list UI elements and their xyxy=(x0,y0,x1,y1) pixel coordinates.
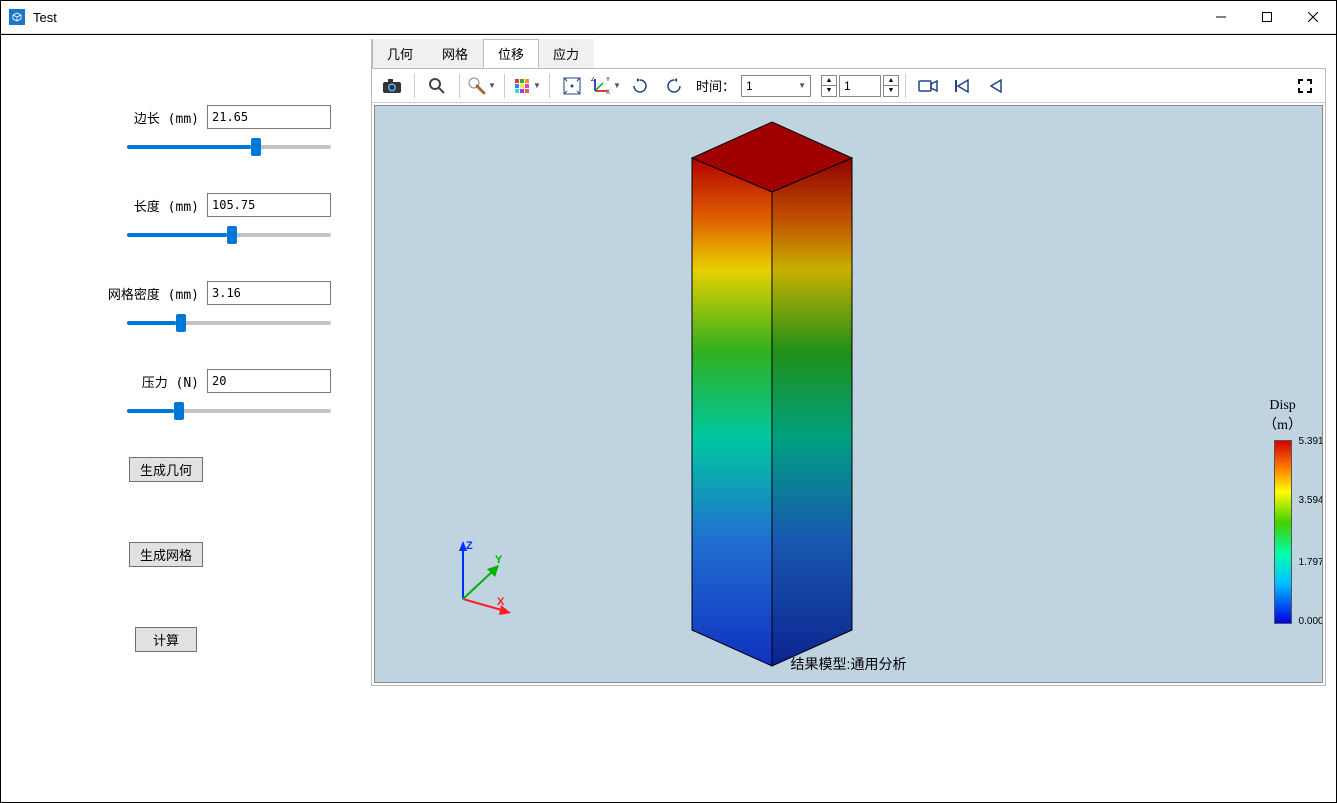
fit-view-icon[interactable] xyxy=(556,72,588,100)
tab-geometry[interactable]: 几何 xyxy=(372,39,428,68)
legend-unit: （m） xyxy=(1263,414,1302,434)
close-button[interactable] xyxy=(1290,1,1336,34)
time-label: 时间： xyxy=(696,76,735,95)
svg-text:X: X xyxy=(497,596,505,608)
color-legend: Disp （m） 5.391e-06 3.594e-06 1.797e-06 0… xyxy=(1263,398,1302,624)
edge-length-slider[interactable] xyxy=(127,137,331,157)
viewer-caption: 结果模型:通用分析 xyxy=(791,654,907,674)
zoom-icon[interactable] xyxy=(421,72,453,100)
frame-number-input[interactable]: 1 xyxy=(839,75,881,97)
param-edge-length: 边长 (mm) xyxy=(1,105,331,157)
legend-tick: 0.000e+00 xyxy=(1299,617,1323,627)
legend-color-bar: 5.391e-06 3.594e-06 1.797e-06 0.000e+00 xyxy=(1274,440,1292,624)
rotate-cw-icon[interactable] xyxy=(658,72,690,100)
edge-length-input[interactable] xyxy=(207,105,331,129)
viewer-panel: ▼ ▼ YZX ▼ xyxy=(371,68,1326,686)
window-title: Test xyxy=(33,10,57,25)
legend-title: Disp xyxy=(1263,398,1302,414)
video-camera-icon[interactable] xyxy=(912,72,944,100)
param-pressure: 压力 (N) xyxy=(1,369,331,421)
param-label: 网格密度 (mm) xyxy=(108,284,199,303)
skip-first-icon[interactable] xyxy=(946,72,978,100)
legend-tick: 5.391e-06 xyxy=(1299,437,1323,447)
title-bar: Test xyxy=(1,1,1336,34)
length-slider[interactable] xyxy=(127,225,331,245)
svg-text:Z: Z xyxy=(591,77,595,83)
legend-tick: 1.797e-06 xyxy=(1299,558,1323,568)
param-mesh-density: 网格密度 (mm) xyxy=(1,281,331,333)
pressure-slider[interactable] xyxy=(127,401,331,421)
svg-text:Z: Z xyxy=(466,540,473,552)
axis-triad-icon[interactable]: YZX ▼ xyxy=(590,72,622,100)
generate-mesh-button[interactable]: 生成网格 xyxy=(129,542,203,567)
svg-text:Y: Y xyxy=(495,554,503,566)
param-length: 长度 (mm) xyxy=(1,193,331,245)
svg-text:X: X xyxy=(606,90,610,95)
length-input[interactable] xyxy=(207,193,331,217)
param-label: 压力 (N) xyxy=(142,372,199,391)
param-label: 边长 (mm) xyxy=(134,108,199,127)
result-beam xyxy=(690,120,855,668)
frame-spinner[interactable]: ▲▼ xyxy=(821,75,837,97)
viewer-toolbar: ▼ ▼ YZX ▼ xyxy=(372,69,1325,103)
rotate-ccw-icon[interactable] xyxy=(624,72,656,100)
time-select[interactable]: 1▼ xyxy=(741,75,811,97)
tab-stress[interactable]: 应力 xyxy=(539,39,594,68)
viewer-canvas[interactable]: 结果模型:通用分析 Z X Y Disp xyxy=(374,105,1323,683)
compute-button[interactable]: 计算 xyxy=(135,627,197,652)
maximize-button[interactable] xyxy=(1244,1,1290,34)
param-label: 长度 (mm) xyxy=(134,196,199,215)
brush-icon[interactable]: ▼ xyxy=(466,72,498,100)
result-tabs: 几何 网格 位移 应力 xyxy=(371,39,1336,68)
svg-text:Y: Y xyxy=(606,77,610,83)
frame-spinner-2[interactable]: ▲▼ xyxy=(883,75,899,97)
minimize-button[interactable] xyxy=(1198,1,1244,34)
axis-triad: Z X Y xyxy=(443,539,523,622)
app-icon xyxy=(9,9,25,25)
generate-geometry-button[interactable]: 生成几何 xyxy=(129,457,203,482)
step-back-icon[interactable] xyxy=(980,72,1012,100)
parameter-panel: 边长 (mm) 长度 (mm) 网格密度 (mm) xyxy=(1,35,371,802)
mesh-density-input[interactable] xyxy=(207,281,331,305)
expand-icon[interactable] xyxy=(1289,72,1321,100)
tab-mesh[interactable]: 网格 xyxy=(428,39,483,68)
mesh-density-slider[interactable] xyxy=(127,313,331,333)
camera-icon[interactable] xyxy=(376,72,408,100)
legend-tick: 3.594e-06 xyxy=(1299,496,1323,506)
tab-displacement[interactable]: 位移 xyxy=(483,39,539,68)
cube-color-icon[interactable]: ▼ xyxy=(511,72,543,100)
pressure-input[interactable] xyxy=(207,369,331,393)
